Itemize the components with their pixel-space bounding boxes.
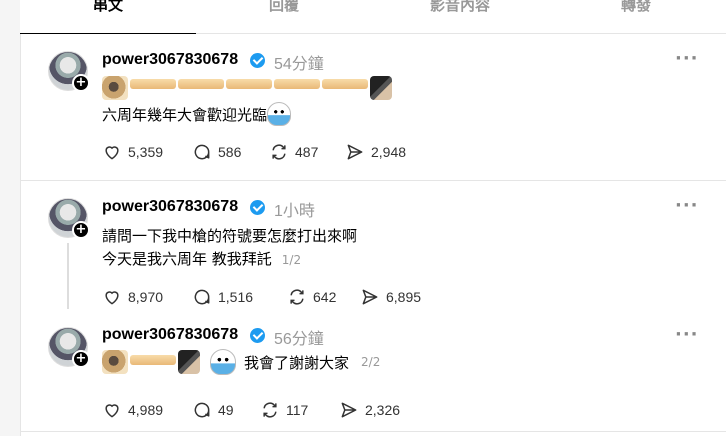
- reply-button[interactable]: 49: [192, 400, 234, 420]
- profile-tabs: 串文 回覆 影音內容 轉發: [20, 0, 726, 34]
- post[interactable]: + power3067830678 54分鐘 ··· 六周年幾年大會歡迎光臨 5…: [21, 34, 726, 181]
- pug-face-sticker: [102, 350, 128, 374]
- share-count: 2,948: [371, 144, 407, 160]
- more-dots-icon[interactable]: ···: [675, 197, 699, 215]
- thread-feed: + power3067830678 54分鐘 ··· 六周年幾年大會歡迎光臨 5…: [20, 34, 726, 436]
- post[interactable]: + power3067830678 56分鐘 ··· 我會了謝謝大家 2/2 4…: [21, 324, 726, 432]
- like-button[interactable]: 4,989: [102, 400, 163, 420]
- stick-sticker: [130, 355, 176, 365]
- tab-reposts[interactable]: 轉發: [548, 0, 724, 34]
- reply-button[interactable]: 1,516: [192, 287, 253, 307]
- hand-sticker: [370, 76, 392, 100]
- comment-icon: [194, 289, 210, 305]
- post-text: 六周年幾年大會歡迎光臨: [102, 102, 292, 126]
- send-icon: [341, 402, 357, 418]
- follow-plus-icon[interactable]: +: [72, 74, 90, 92]
- repost-count: 487: [295, 144, 319, 160]
- thread-pager: 2/2: [361, 355, 381, 369]
- repost-icon: [290, 289, 304, 305]
- tab-threads[interactable]: 串文: [20, 0, 196, 34]
- post-text-line-1: 請問一下我中槍的符號要怎麼打出來啊: [102, 227, 358, 245]
- repost-button[interactable]: 487: [269, 142, 318, 162]
- reply-count: 1,516: [218, 289, 254, 305]
- username[interactable]: power3067830678: [102, 51, 238, 69]
- comment-icon: [194, 144, 210, 160]
- verified-badge-icon: [250, 200, 265, 215]
- stick-sticker: [178, 79, 224, 89]
- share-button[interactable]: 2,326: [339, 400, 400, 420]
- timestamp[interactable]: 1小時: [274, 197, 315, 221]
- follow-plus-icon[interactable]: +: [72, 221, 90, 239]
- heart-icon: [105, 291, 119, 305]
- tab-label: 轉發: [620, 0, 651, 14]
- heart-icon: [105, 404, 119, 418]
- tab-replies[interactable]: 回覆: [196, 0, 372, 34]
- verified-badge-icon: [250, 53, 265, 68]
- repost-button[interactable]: 642: [287, 287, 336, 307]
- sticker-row: [102, 75, 392, 101]
- post-text-content: 今天是我六周年 教我拜託: [102, 250, 272, 268]
- like-button[interactable]: 5,359: [102, 142, 163, 162]
- repost-count: 117: [286, 402, 309, 418]
- post[interactable]: + power3067830678 1小時 ··· 請問一下我中槍的符號要怎麼打…: [21, 181, 726, 324]
- tab-media[interactable]: 影音內容: [372, 0, 548, 34]
- stick-sticker: [322, 79, 368, 89]
- reply-count: 49: [218, 402, 234, 418]
- thread-pager: 1/2: [281, 253, 302, 267]
- stick-sticker: [274, 79, 320, 89]
- more-dots-icon[interactable]: ···: [675, 50, 699, 68]
- repost-icon: [263, 402, 277, 418]
- tab-label: 串文: [92, 0, 123, 14]
- thread-line: [67, 243, 69, 309]
- follow-plus-icon[interactable]: +: [72, 350, 90, 368]
- tab-label: 影音內容: [429, 0, 490, 14]
- pug-face-sticker: [102, 76, 128, 100]
- verified-badge-icon: [250, 328, 265, 343]
- tab-label: 回覆: [268, 0, 299, 14]
- like-count: 8,970: [128, 289, 164, 305]
- post-text-line-2: 今天是我六周年 教我拜託 1/2: [102, 248, 301, 269]
- sticker-row: 我會了謝謝大家 2/2: [102, 349, 380, 375]
- send-icon: [347, 144, 363, 160]
- share-count: 2,326: [365, 402, 401, 418]
- comment-icon: [194, 402, 210, 418]
- repost-button[interactable]: 117: [260, 400, 308, 420]
- crying-ghost-sticker: [267, 102, 292, 126]
- repost-count: 642: [313, 289, 337, 305]
- more-dots-icon[interactable]: ···: [675, 326, 699, 344]
- send-icon: [362, 289, 378, 305]
- hand-sticker: [178, 350, 200, 374]
- stick-sticker: [130, 79, 176, 89]
- reply-button[interactable]: 586: [192, 142, 241, 162]
- timestamp[interactable]: 54分鐘: [274, 50, 324, 74]
- post-text-content: 六周年幾年大會歡迎光臨: [102, 106, 268, 124]
- username[interactable]: power3067830678: [102, 326, 238, 344]
- reply-count: 586: [218, 144, 242, 160]
- crying-ghost-sticker: [210, 349, 236, 375]
- like-count: 4,989: [128, 402, 164, 418]
- timestamp[interactable]: 56分鐘: [274, 325, 324, 349]
- repost-icon: [272, 144, 286, 160]
- username[interactable]: power3067830678: [102, 198, 238, 216]
- share-button[interactable]: 2,948: [345, 142, 406, 162]
- heart-icon: [105, 146, 119, 160]
- stick-sticker: [226, 79, 272, 89]
- share-count: 6,895: [386, 289, 422, 305]
- like-button[interactable]: 8,970: [102, 287, 163, 307]
- post-text: 我會了謝謝大家: [244, 353, 350, 372]
- like-count: 5,359: [128, 144, 164, 160]
- share-button[interactable]: 6,895: [360, 287, 421, 307]
